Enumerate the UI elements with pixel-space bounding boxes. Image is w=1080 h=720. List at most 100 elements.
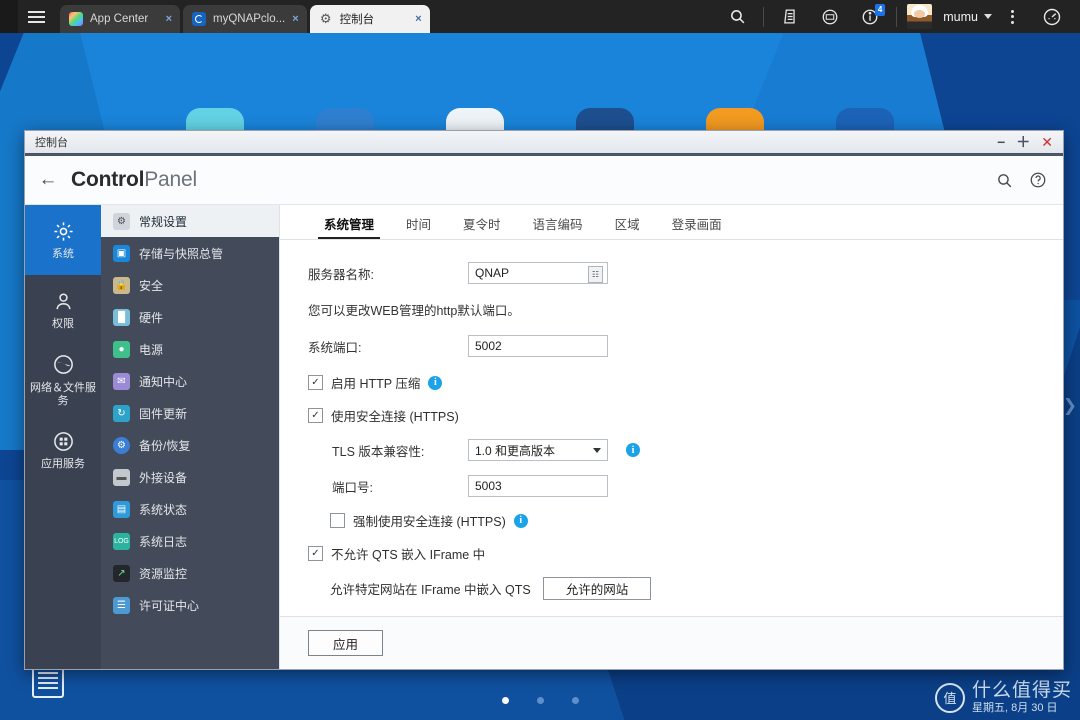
hamburger-icon[interactable] <box>18 0 54 33</box>
menu-item-general-settings[interactable]: ⚙ 常规设置 <box>101 205 279 237</box>
menu-item-system-logs[interactable]: LOG 系统日志 <box>101 525 279 557</box>
watermark-title: 什么值得买 <box>971 680 1072 701</box>
allowed-sites-label: 允许特定网站在 IFrame 中嵌入 QTS <box>330 583 531 597</box>
menu-item-security[interactable]: 🔒 安全 <box>101 269 279 301</box>
power-icon: ● <box>113 340 130 358</box>
kebab-menu-icon[interactable] <box>992 0 1032 33</box>
help-icon[interactable] <box>1029 171 1047 189</box>
tls-version-row: TLS 版本兼容性: 1.0 和更高版本 i <box>308 439 1035 461</box>
info-icon[interactable]: i <box>626 443 640 457</box>
https-row: ✓ 使用安全连接 (HTTPS) <box>308 406 1035 425</box>
no-iframe-row: ✓ 不允许 QTS 嵌入 IFrame 中 <box>308 544 1035 563</box>
apply-button[interactable]: 应用 <box>308 630 384 656</box>
menu-item-backup-restore[interactable]: ⚙ 备份/恢复 <box>101 429 279 461</box>
http-compression-label: 启用 HTTP 压缩 <box>331 377 421 391</box>
page-dot-3[interactable] <box>571 697 579 704</box>
maximize-button[interactable]: ＋ <box>1016 135 1030 149</box>
menu-item-label: 电源 <box>139 342 164 357</box>
menu-item-license-center[interactable]: ☰ 许可证中心 <box>101 589 279 621</box>
info-icon[interactable]: i <box>428 375 443 390</box>
storage-snapshot-icon: ▣ <box>113 244 130 262</box>
rail-item-label: 应用服务 <box>41 458 85 471</box>
content-pane: 系统管理 时间 夏令时 语言编码 区域 登录画面 服务器名称: QNAP ☷ 您… <box>279 205 1063 669</box>
page-title-light: Panel <box>144 168 197 191</box>
gear-icon <box>51 219 75 243</box>
info-icon[interactable]: i <box>513 513 528 528</box>
minimize-button[interactable]: − <box>997 135 1005 149</box>
apps-grid-icon <box>51 429 75 453</box>
menu-item-notification-center[interactable]: ✉ 通知中心 <box>101 365 279 397</box>
system-port-value: 5002 <box>475 339 502 353</box>
server-name-value: QNAP <box>475 266 510 280</box>
system-port-input[interactable]: 5002 <box>468 335 608 357</box>
menu-item-external-device[interactable]: ▬ 外接设备 <box>101 461 279 493</box>
tab-system-admin[interactable]: 系统管理 <box>308 214 390 239</box>
tab-daylight-saving[interactable]: 夏令时 <box>447 214 517 239</box>
menu-item-label: 系统日志 <box>139 534 188 549</box>
close-icon[interactable]: × <box>415 13 421 25</box>
search-icon[interactable] <box>717 0 757 33</box>
settings-menu: ⚙ 常规设置 ▣ 存储与快照总管 🔒 安全 █ 硬件 ● 电源 ✉ 通知中心 ↻… <box>101 205 279 669</box>
menu-item-hardware[interactable]: █ 硬件 <box>101 301 279 333</box>
close-icon[interactable]: × <box>292 13 298 25</box>
notification-center-icon: ✉ <box>113 372 130 390</box>
browser-tab-app-center[interactable]: App Center × <box>60 5 180 33</box>
tab-login-screen[interactable]: 登录画面 <box>656 214 738 239</box>
page-indicator <box>0 697 1080 704</box>
search-icon[interactable] <box>996 172 1013 189</box>
rail-item-system[interactable]: 系统 <box>25 205 101 275</box>
rail-item-network-file-services[interactable]: 网络＆文件服务 <box>25 345 101 415</box>
menu-item-system-status[interactable]: ▤ 系统状态 <box>101 493 279 525</box>
server-name-input[interactable]: QNAP ☷ <box>468 262 608 284</box>
tls-version-value: 1.0 和更高版本 <box>475 443 556 458</box>
rail-item-applications[interactable]: 应用服务 <box>25 415 101 485</box>
page-dot-2[interactable] <box>536 697 544 704</box>
close-icon[interactable]: × <box>166 13 172 25</box>
http-compression-checkbox[interactable]: ✓ <box>308 375 323 390</box>
menu-item-resource-monitor[interactable]: ↗ 资源监控 <box>101 557 279 589</box>
tab-language-encoding[interactable]: 语言编码 <box>517 214 599 239</box>
qnap-cloud-icon <box>192 12 206 26</box>
page-title: ControlPanel <box>71 168 197 192</box>
watermark-logo: 值 <box>934 682 965 713</box>
rail-item-label: 权限 <box>52 318 74 331</box>
divider <box>896 6 898 27</box>
rail-item-privilege[interactable]: 权限 <box>25 275 101 345</box>
server-name-row: 服务器名称: QNAP ☷ <box>308 262 1035 284</box>
browser-tab-control-panel[interactable]: ⚙ 控制台 × <box>309 5 430 33</box>
watermark-date: 星期五, 8月 30 日 <box>971 702 1058 714</box>
dashboard-icon[interactable] <box>1032 0 1072 33</box>
page-dot-1[interactable] <box>501 697 509 704</box>
back-arrow-icon[interactable]: ← <box>25 169 71 191</box>
chevron-right-icon[interactable]: ❯ <box>1063 396 1077 416</box>
divider <box>763 6 765 27</box>
notes-icon[interactable] <box>770 0 810 33</box>
no-iframe-checkbox[interactable]: ✓ <box>308 546 323 561</box>
menu-item-firmware-update[interactable]: ↻ 固件更新 <box>101 397 279 429</box>
close-button[interactable]: ✕ <box>1041 135 1053 149</box>
browser-tab-myqnapcloud[interactable]: myQNAPclo... × <box>183 5 307 33</box>
menu-item-power[interactable]: ● 电源 <box>101 333 279 365</box>
page-title-bold: Control <box>71 168 145 191</box>
control-panel-body: 系统 权限 网络＆文件服务 应用服务 ⚙ 常规设置 ▣ 存储与快照总管 🔒 安全… <box>25 205 1063 669</box>
https-checkbox[interactable]: ✓ <box>308 408 323 423</box>
sync-icon[interactable] <box>810 0 850 33</box>
avatar[interactable] <box>903 0 935 33</box>
window-titlebar[interactable]: 控制台 − ＋ ✕ <box>25 131 1063 156</box>
menu-item-label: 系统状态 <box>139 502 188 517</box>
https-port-input[interactable]: 5003 <box>468 475 608 497</box>
menu-item-label: 外接设备 <box>139 470 188 485</box>
menu-item-label: 备份/恢复 <box>139 438 191 453</box>
info-icon[interactable]: 4 <box>850 0 890 33</box>
allowed-sites-button[interactable]: 允许的网站 <box>542 577 652 600</box>
username-label[interactable]: mumu <box>943 10 978 24</box>
server-name-picker-icon[interactable]: ☷ <box>588 266 603 283</box>
tab-region[interactable]: 区域 <box>599 214 656 239</box>
tls-version-select[interactable]: 1.0 和更高版本 <box>468 439 608 461</box>
content-tabs: 系统管理 时间 夏令时 语言编码 区域 登录画面 <box>280 205 1063 240</box>
security-lock-icon: 🔒 <box>113 276 130 294</box>
menu-item-storage-snapshots[interactable]: ▣ 存储与快照总管 <box>101 237 279 269</box>
force-https-checkbox[interactable] <box>330 513 345 528</box>
chevron-down-icon[interactable] <box>984 14 992 19</box>
tab-time[interactable]: 时间 <box>390 214 447 239</box>
